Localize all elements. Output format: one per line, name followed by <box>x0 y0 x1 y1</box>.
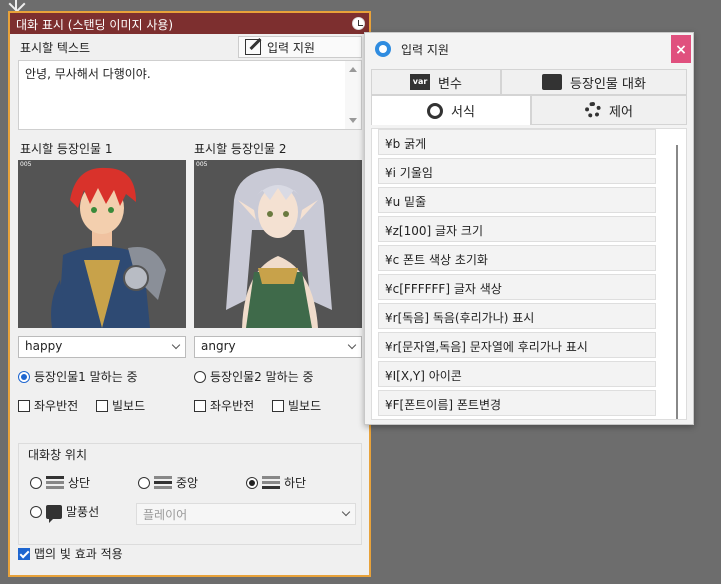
pos-top-option[interactable]: 상단 <box>30 474 90 491</box>
pos-top-label: 상단 <box>68 476 91 490</box>
char2-billboard-label: 빌보드 <box>288 399 322 413</box>
portrait-tag: 005 <box>20 161 32 168</box>
pos-middle-label: 중앙 <box>176 476 199 490</box>
format-list: ¥b 굵게 ¥i 기울임 ¥u 밑줄 ¥z[100] 글자 크기 ¥c 폰트 색… <box>371 128 687 420</box>
char1-billboard-checkbox[interactable] <box>96 399 108 412</box>
gear-icon <box>585 102 602 118</box>
char1-billboard-option[interactable]: 빌보드 <box>96 397 145 414</box>
dialog-text-input[interactable]: 안녕, 무사해서 다행이야. <box>18 60 362 130</box>
scroll-down-icon[interactable] <box>349 118 357 123</box>
pos-middle-option[interactable]: 중앙 <box>138 474 198 491</box>
window-bottom-icon <box>262 475 280 491</box>
char1-billboard-label: 빌보드 <box>112 399 146 413</box>
char2-flip-option[interactable]: 좌우반전 <box>194 397 254 414</box>
tab-format-label: 서식 <box>451 105 475 120</box>
panel-title-text: 대화 표시 (스탠딩 이미지 사용) <box>16 18 174 32</box>
input-support-popup: 입력 지원 × var 변수 등장인물 대화 서식 제어 ¥b 굵게 ¥i 기울… <box>364 32 694 425</box>
list-item[interactable]: ¥F[폰트이름] 폰트변경 <box>378 390 656 416</box>
clock-icon[interactable] <box>352 17 365 30</box>
list-item[interactable]: ¥u 밑줄 <box>378 187 656 213</box>
dialog-position-label: 대화창 위치 <box>26 446 90 463</box>
list-item[interactable]: ¥c 폰트 색상 초기화 <box>378 245 656 271</box>
chevron-down-icon <box>171 340 181 350</box>
popup-header: 입력 지원 <box>365 33 693 65</box>
app-icon <box>375 41 391 57</box>
scroll-up-icon[interactable] <box>349 67 357 72</box>
tab-character-dialog[interactable]: 등장인물 대화 <box>501 69 687 95</box>
char1-flip-option[interactable]: 좌우반전 <box>18 397 78 414</box>
red-hair-hero-image <box>51 167 166 328</box>
elf-woman-image <box>226 168 332 328</box>
char1-speaking-label: 등장인물1 말하는 중 <box>34 370 138 384</box>
text-label: 표시할 텍스트 <box>20 41 91 55</box>
char2-speaking-option[interactable]: 등장인물2 말하는 중 <box>194 368 314 385</box>
char1-portrait[interactable]: 005 <box>18 160 186 328</box>
char2-label: 표시할 등장인물 2 <box>194 142 287 156</box>
tab-character-dialog-label: 등장인물 대화 <box>570 76 646 92</box>
pos-top-radio[interactable] <box>30 476 42 489</box>
char2-expression-value: angry <box>201 339 236 353</box>
char2-speaking-radio[interactable] <box>194 370 206 383</box>
tab-variables-label: 변수 <box>438 76 462 92</box>
char1-speaking-radio[interactable] <box>18 370 30 383</box>
chevron-down-icon <box>347 340 357 350</box>
char1-expression-value: happy <box>25 339 63 353</box>
text-scrollbar[interactable] <box>345 61 361 129</box>
char2-flip-label: 좌우반전 <box>210 399 255 413</box>
window-top-icon <box>46 475 64 491</box>
input-support-label: 입력 지원 <box>267 40 315 55</box>
variable-icon: var <box>410 74 431 90</box>
tab-control-label: 제어 <box>609 104 633 120</box>
pos-balloon-label: 말풍선 <box>66 505 100 519</box>
format-icon <box>427 102 444 119</box>
list-item[interactable]: ¥c[FFFFFF] 글자 색상 <box>378 274 656 300</box>
apply-light-checkbox[interactable] <box>18 547 30 560</box>
pos-bottom-option[interactable]: 하단 <box>246 474 306 491</box>
char2-flip-checkbox[interactable] <box>194 399 206 412</box>
char2-speaking-label: 등장인물2 말하는 중 <box>210 370 314 384</box>
balloon-target-value: 플레이어 <box>143 508 188 522</box>
list-item[interactable]: ¥i 기울임 <box>378 158 656 184</box>
pos-middle-radio[interactable] <box>138 476 150 489</box>
balloon-target-select[interactable]: 플레이어 <box>136 503 356 525</box>
char1-expression-select[interactable]: happy <box>18 336 186 358</box>
dialog-panel: 대화 표시 (스탠딩 이미지 사용) 표시할 텍스트 입력 지원 안녕, 무사해… <box>8 11 371 577</box>
window-middle-icon <box>154 475 172 491</box>
panel-title: 대화 표시 (스탠딩 이미지 사용) <box>10 13 369 34</box>
popup-title: 입력 지원 <box>401 42 449 57</box>
apply-light-option[interactable]: 맵의 빛 효과 적용 <box>18 545 123 562</box>
tab-format[interactable]: 서식 <box>371 95 531 125</box>
pos-balloon-option[interactable]: 말풍선 <box>30 503 100 523</box>
list-item[interactable]: ¥r[독음] 독음(후리가나) 표시 <box>378 303 656 329</box>
tab-control[interactable]: 제어 <box>531 95 687 125</box>
input-support-button[interactable]: 입력 지원 <box>238 36 362 58</box>
chevron-down-icon <box>341 507 351 517</box>
speech-balloon-icon <box>46 504 62 523</box>
tab-variables[interactable]: var 변수 <box>371 69 501 95</box>
list-item[interactable]: ¥b 굵게 <box>378 129 656 155</box>
char1-label: 표시할 등장인물 1 <box>20 142 113 156</box>
pos-bottom-label: 하단 <box>284 476 307 490</box>
pos-bottom-radio[interactable] <box>246 476 258 489</box>
char1-speaking-option[interactable]: 등장인물1 말하는 중 <box>18 368 138 385</box>
dialog-text-value: 안녕, 무사해서 다행이야. <box>25 67 151 81</box>
char1-flip-checkbox[interactable] <box>18 399 30 412</box>
apply-light-label: 맵의 빛 효과 적용 <box>34 547 123 561</box>
char2-expression-select[interactable]: angry <box>194 336 362 358</box>
dialog-icon <box>542 74 563 90</box>
list-item[interactable]: ¥z[100] 글자 크기 <box>378 216 656 242</box>
list-item[interactable]: ¥I[X,Y] 아이콘 <box>378 361 656 387</box>
char2-portrait[interactable]: 005 <box>194 160 362 328</box>
char2-billboard-checkbox[interactable] <box>272 399 284 412</box>
list-scrollbar[interactable] <box>676 145 678 419</box>
char1-flip-label: 좌우반전 <box>34 399 79 413</box>
pos-balloon-radio[interactable] <box>30 505 42 518</box>
list-item[interactable]: ¥r[문자열,독음] 문자열에 후리가나 표시 <box>378 332 656 358</box>
char2-billboard-option[interactable]: 빌보드 <box>272 397 321 414</box>
portrait-tag: 005 <box>196 161 208 168</box>
edit-icon <box>245 39 261 55</box>
close-button[interactable]: × <box>671 35 691 63</box>
